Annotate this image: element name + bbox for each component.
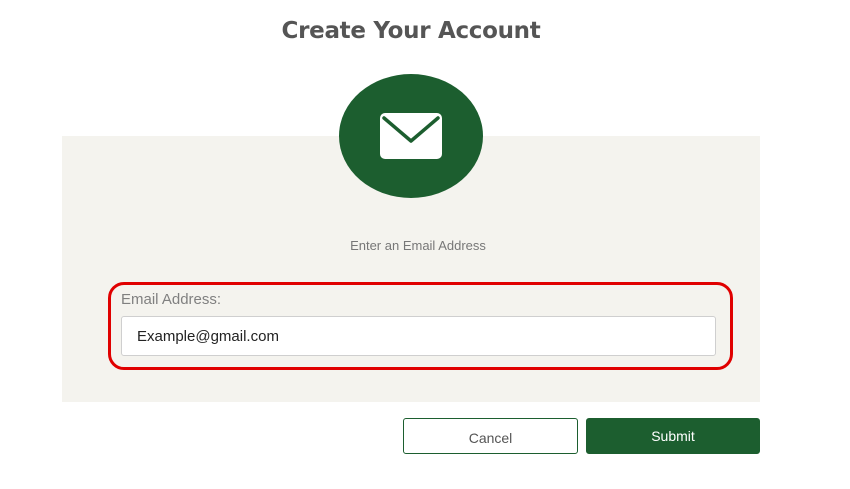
- cancel-button[interactable]: Cancel: [403, 418, 578, 454]
- email-label: Email Address:: [121, 291, 222, 308]
- envelope-icon: [380, 113, 442, 159]
- email-prompt: Enter an Email Address: [350, 238, 486, 253]
- create-account-page: Create Your Account Enter an Email Addre…: [0, 0, 850, 489]
- page-title: Create Your Account: [281, 18, 541, 44]
- envelope-badge: [339, 74, 483, 198]
- email-input[interactable]: [121, 316, 716, 356]
- submit-button[interactable]: Submit: [586, 418, 760, 454]
